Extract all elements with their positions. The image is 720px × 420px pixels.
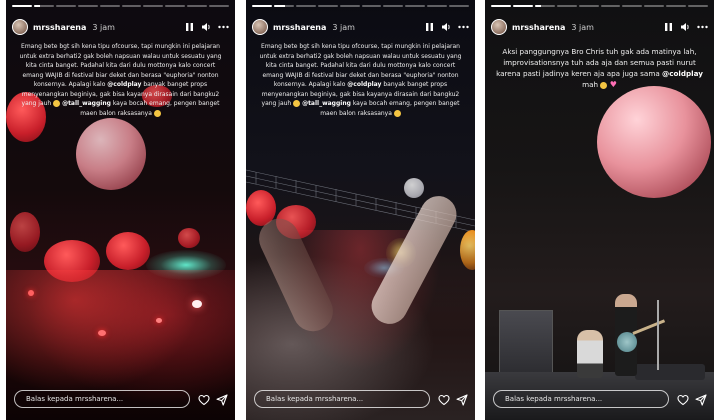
story-card-3[interactable]: mrssharena 3 jam Aksi panggungnya Bro Ch…	[485, 0, 714, 420]
reply-input[interactable]	[264, 394, 429, 404]
progress-segment	[55, 5, 76, 7]
story-header: mrssharena 3 jam	[12, 16, 229, 38]
mic-stand	[657, 300, 659, 370]
progress-segment	[121, 5, 142, 7]
pause-icon[interactable]	[425, 22, 434, 32]
reply-field[interactable]	[254, 390, 430, 408]
progress-segment	[688, 5, 709, 7]
reply-input[interactable]	[24, 394, 189, 404]
progress-segment	[449, 5, 470, 7]
story-progress-bar	[12, 5, 230, 7]
balloon	[106, 232, 150, 270]
balloon	[76, 118, 146, 190]
balloon	[597, 86, 711, 198]
stage-monitor	[635, 364, 705, 380]
avatar[interactable]	[491, 19, 507, 35]
mention-link[interactable]: @coldplay	[347, 81, 381, 88]
speaker-icon[interactable]	[441, 22, 451, 32]
story-card-2[interactable]: mrssharena 3 jam Emang bete bgt sih kena…	[246, 0, 475, 420]
singer	[577, 330, 603, 378]
avatar[interactable]	[12, 19, 28, 35]
heart-icon[interactable]	[198, 394, 210, 406]
story-card-1[interactable]: mrssharena 3 jam Emang bete bgt sih kena…	[6, 0, 235, 420]
progress-segment	[209, 5, 230, 7]
more-icon[interactable]	[218, 22, 229, 32]
pause-icon[interactable]	[185, 22, 194, 32]
progress-segment	[578, 5, 599, 7]
progress-segment	[556, 5, 577, 7]
story-progress-bar	[252, 5, 470, 7]
story-caption: Aksi panggungnya Bro Chris tuh gak ada m…	[495, 46, 704, 90]
post-time: 3 jam	[571, 22, 594, 32]
username[interactable]: mrssharena	[273, 23, 326, 32]
balloon	[10, 212, 40, 252]
guitar	[617, 332, 637, 352]
progress-segment	[273, 5, 294, 7]
heart-icon[interactable]	[438, 394, 450, 406]
progress-segment	[361, 5, 382, 7]
progress-segment	[77, 5, 98, 7]
post-time: 3 jam	[332, 22, 355, 32]
smiling-face-emoji	[153, 109, 161, 117]
mention-link[interactable]: @tall_wagging	[62, 100, 111, 107]
balloon	[404, 178, 424, 198]
story-header: mrssharena 3 jam	[491, 16, 708, 38]
mention-link[interactable]: @coldplay	[662, 69, 703, 78]
progress-segment	[383, 5, 404, 7]
story-header: mrssharena 3 jam	[252, 16, 469, 38]
story-progress-bar	[491, 5, 709, 7]
wristband-light	[98, 330, 106, 336]
progress-segment	[427, 5, 448, 7]
story-caption: Emang bete bgt sih kena tipu ofcourse, t…	[256, 42, 465, 118]
wristband-light	[156, 318, 162, 323]
reply-input[interactable]	[503, 394, 668, 404]
wristband-light	[192, 300, 202, 308]
pink-heart-emoji: ♥	[609, 80, 617, 89]
progress-segment	[99, 5, 120, 7]
reply-field[interactable]	[493, 390, 669, 408]
avatar[interactable]	[252, 19, 268, 35]
reply-field[interactable]	[14, 390, 190, 408]
stage-screen	[499, 310, 553, 380]
progress-segment	[405, 5, 426, 7]
progress-segment	[666, 5, 687, 7]
username[interactable]: mrssharena	[512, 23, 565, 32]
send-icon[interactable]	[695, 394, 707, 406]
story-caption: Emang bete bgt sih kena tipu ofcourse, t…	[16, 42, 225, 118]
progress-segment	[317, 5, 338, 7]
guitar-neck	[632, 319, 666, 335]
progress-segment	[622, 5, 643, 7]
caption-text: mah	[582, 80, 601, 89]
smiling-face-emoji	[393, 109, 401, 117]
send-icon[interactable]	[456, 394, 468, 406]
send-icon[interactable]	[216, 394, 228, 406]
wristband-light	[28, 290, 34, 296]
more-icon[interactable]	[458, 22, 469, 32]
mention-link[interactable]: @coldplay	[107, 81, 141, 88]
mention-link[interactable]: @tall_wagging	[302, 100, 351, 107]
progress-segment	[534, 5, 555, 7]
progress-segment	[165, 5, 186, 7]
speaker-icon[interactable]	[201, 22, 211, 32]
balloon	[178, 228, 200, 248]
progress-segment	[644, 5, 665, 7]
progress-segment	[600, 5, 621, 7]
username[interactable]: mrssharena	[33, 23, 86, 32]
progress-segment	[12, 5, 32, 7]
progress-segment	[512, 5, 533, 7]
progress-segment	[339, 5, 360, 7]
pause-icon[interactable]	[664, 22, 673, 32]
more-icon[interactable]	[697, 22, 708, 32]
progress-segment	[295, 5, 316, 7]
post-time: 3 jam	[92, 22, 115, 32]
progress-segment	[33, 5, 54, 7]
progress-segment	[187, 5, 208, 7]
progress-segment	[491, 5, 511, 7]
progress-segment	[252, 5, 272, 7]
speaker-icon[interactable]	[680, 22, 690, 32]
heart-icon[interactable]	[677, 394, 689, 406]
progress-segment	[143, 5, 164, 7]
